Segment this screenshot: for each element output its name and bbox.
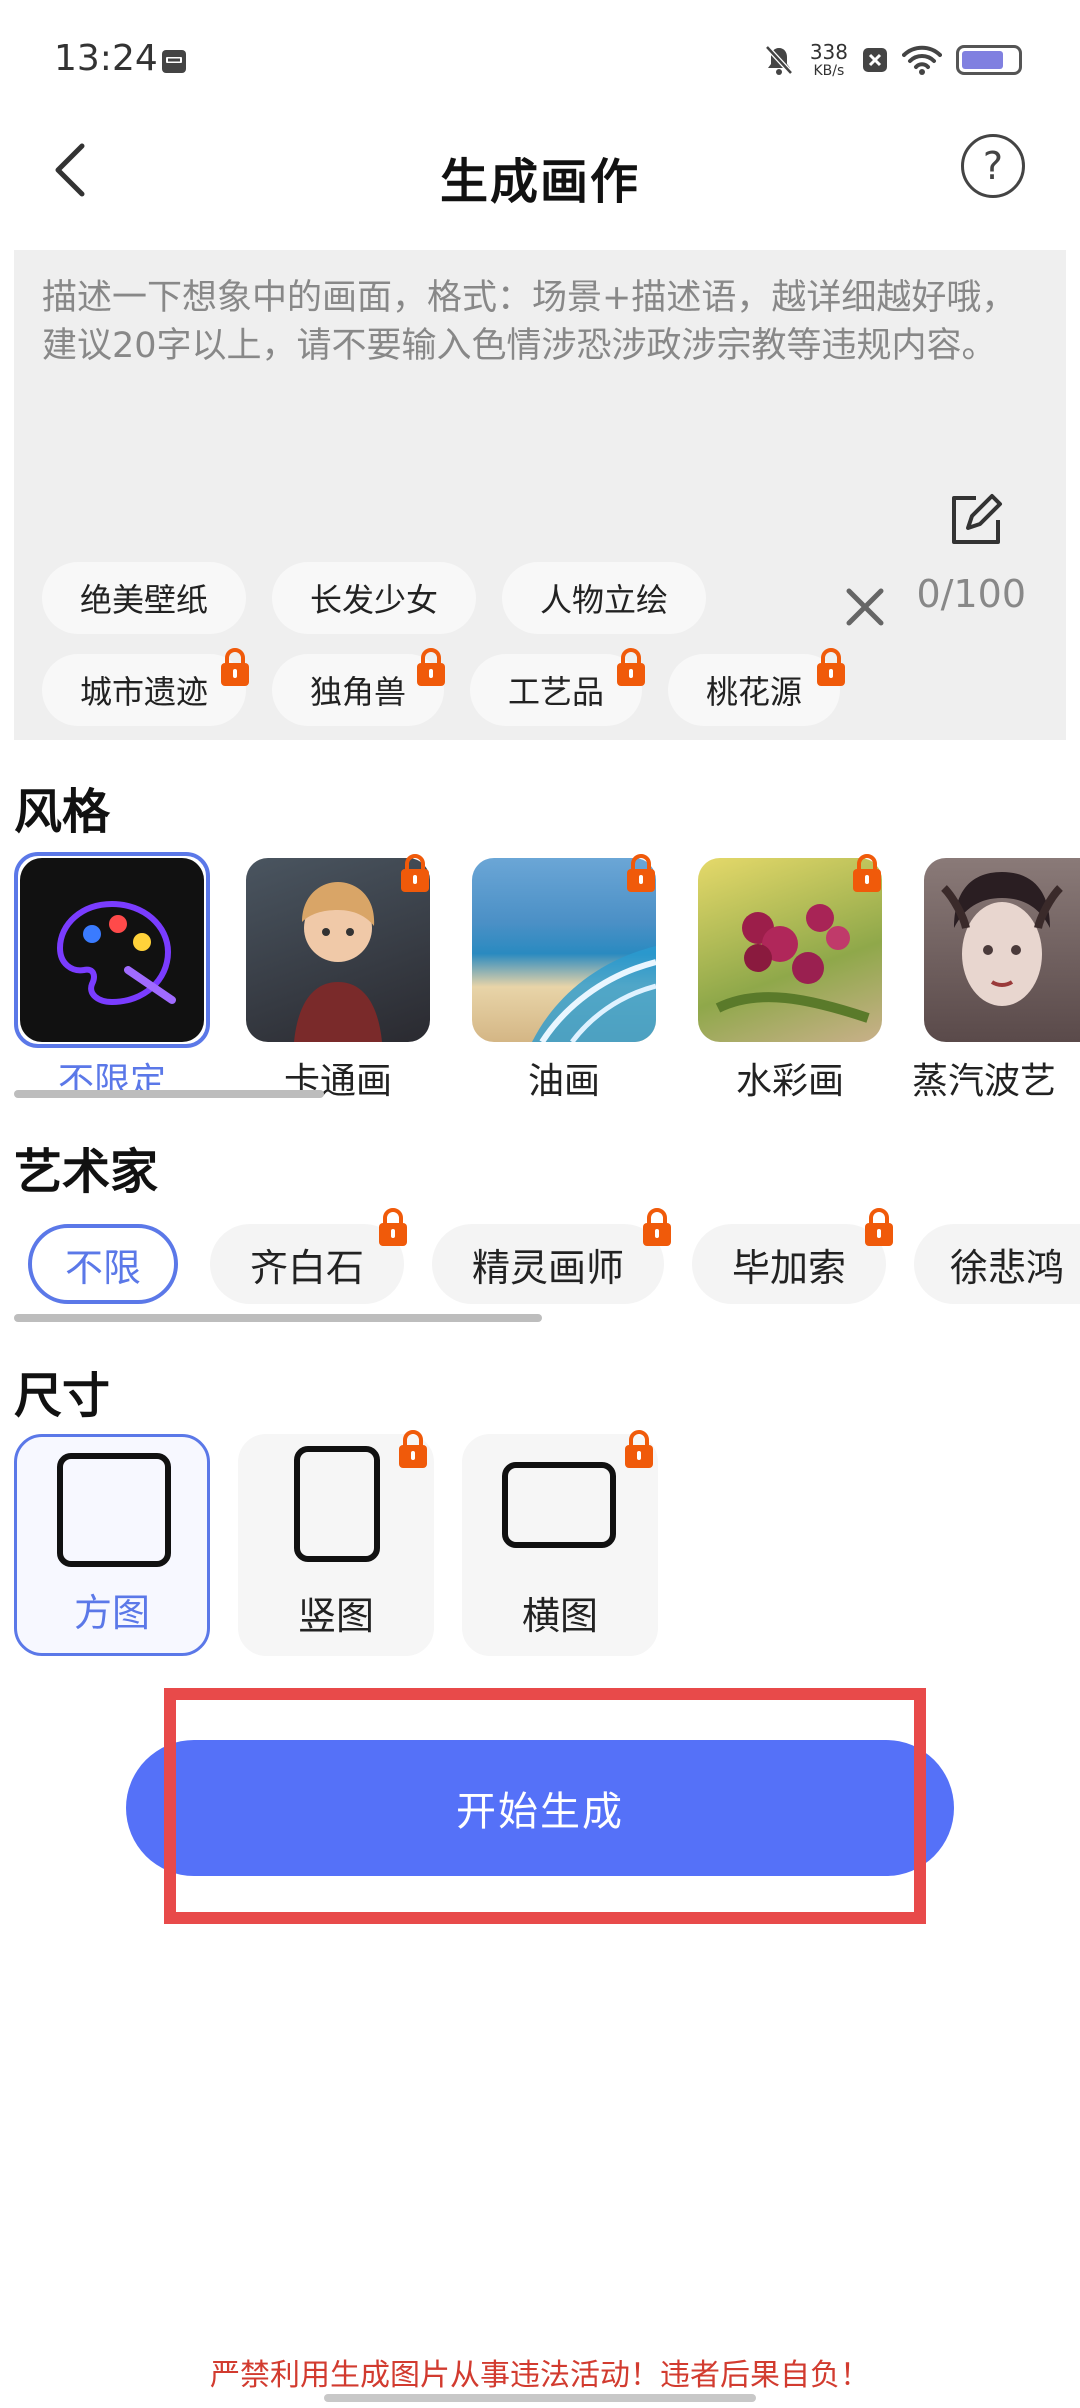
size-label-portrait: 竖图 [297, 1594, 374, 1638]
mute-icon [764, 45, 793, 75]
style-card-unrestricted[interactable] [20, 858, 204, 1042]
lock-icon [221, 648, 249, 686]
lock-icon [401, 854, 429, 892]
app-notification-icon [863, 48, 887, 72]
lock-icon [417, 648, 445, 686]
size-label-square: 方图 [73, 1591, 150, 1635]
size-label-landscape: 横图 [521, 1594, 598, 1638]
artist-pill-elf-painter[interactable]: 精灵画师 [432, 1224, 664, 1304]
style-label-oil-painting: 油画 [527, 1061, 600, 1102]
tag-chip[interactable]: 城市遗迹 [42, 654, 247, 726]
page-title: 生成画作 [439, 154, 640, 210]
tag-label: 长发少女 [310, 581, 439, 619]
style-section-title: 风格 [14, 784, 111, 840]
calendar-icon [162, 50, 186, 73]
net-speed-value: 338 [809, 40, 848, 64]
square-shape-icon [57, 1453, 171, 1567]
lock-icon [817, 648, 845, 686]
network-speed: 338 KB/s [810, 42, 848, 78]
tag-label: 桃花源 [706, 673, 803, 711]
steamwave-thumbnail [941, 872, 1063, 1006]
artist-label: 精灵画师 [471, 1245, 624, 1290]
battery-icon [956, 45, 1022, 75]
tag-chip[interactable]: 绝美壁纸 [42, 562, 247, 634]
warning-text: 严禁利用生成图片从事违法活动！违者后果自负！ [210, 2358, 870, 2393]
artist-label: 毕加索 [731, 1245, 846, 1290]
lock-icon [625, 1430, 653, 1468]
status-icons: 338 KB/s [762, 40, 1022, 80]
net-speed-unit: KB/s [813, 63, 845, 79]
tag-label: 独角兽 [310, 673, 407, 711]
artist-pill-unrestricted[interactable]: 不限 [28, 1224, 178, 1304]
tag-label: 绝美壁纸 [80, 581, 209, 619]
landscape-shape-icon [502, 1462, 616, 1548]
style-label-steamwave: 蒸汽波艺 [912, 1061, 1057, 1102]
tag-chip[interactable]: 长发少女 [272, 562, 477, 634]
highlight-box [164, 1688, 926, 1924]
artist-section-title: 艺术家 [14, 1144, 159, 1200]
edit-icon[interactable] [946, 490, 1006, 550]
lock-icon [643, 1208, 671, 1246]
prompt-panel: 描述一下想象中的画面，格式：场景+描述语，越详细越好哦，建议20字以上，请不要输… [14, 250, 1066, 740]
tag-label: 人物立绘 [540, 581, 669, 619]
lock-icon [399, 1430, 427, 1468]
tag-label: 工艺品 [508, 673, 605, 711]
artist-scroll-indicator [14, 1314, 542, 1322]
size-card-square[interactable]: 方图 [14, 1434, 210, 1656]
home-indicator[interactable] [324, 2394, 756, 2402]
status-time: 13:24 [54, 38, 158, 79]
lock-icon [865, 1208, 893, 1246]
artist-label: 徐悲鸿 [950, 1245, 1065, 1290]
style-card-steamwave[interactable] [924, 858, 1080, 1042]
style-scroll-indicator [14, 1090, 324, 1098]
tag-label: 城市遗迹 [80, 673, 209, 711]
help-button[interactable]: ? [961, 134, 1025, 198]
clear-icon[interactable] [840, 582, 890, 632]
artist-pill-qi-baishi[interactable]: 齐白石 [210, 1224, 404, 1304]
prompt-input[interactable]: 描述一下想象中的画面，格式：场景+描述语，越详细越好哦，建议20字以上，请不要输… [42, 274, 1037, 370]
portrait-shape-icon [294, 1446, 380, 1562]
lock-icon [853, 854, 881, 892]
style-label-watercolor: 水彩画 [735, 1061, 844, 1102]
char-count: 0/100 [916, 572, 1026, 616]
artist-label: 齐白石 [249, 1245, 364, 1290]
wifi-icon [902, 45, 942, 75]
tag-chip[interactable]: 人物立绘 [502, 562, 707, 634]
size-section-title: 尺寸 [14, 1368, 111, 1424]
palette-icon [56, 900, 176, 1006]
status-bar: 13:24 338 KB/s [0, 0, 1080, 120]
header: 生成画作 ? [0, 120, 1080, 220]
lock-icon [617, 648, 645, 686]
lock-icon [627, 854, 655, 892]
artist-pill-picasso[interactable]: 毕加索 [692, 1224, 886, 1304]
artist-label: 不限 [64, 1245, 141, 1290]
artist-pill-xu-beihong[interactable]: 徐悲鸿 [914, 1224, 1080, 1304]
lock-icon [379, 1208, 407, 1246]
